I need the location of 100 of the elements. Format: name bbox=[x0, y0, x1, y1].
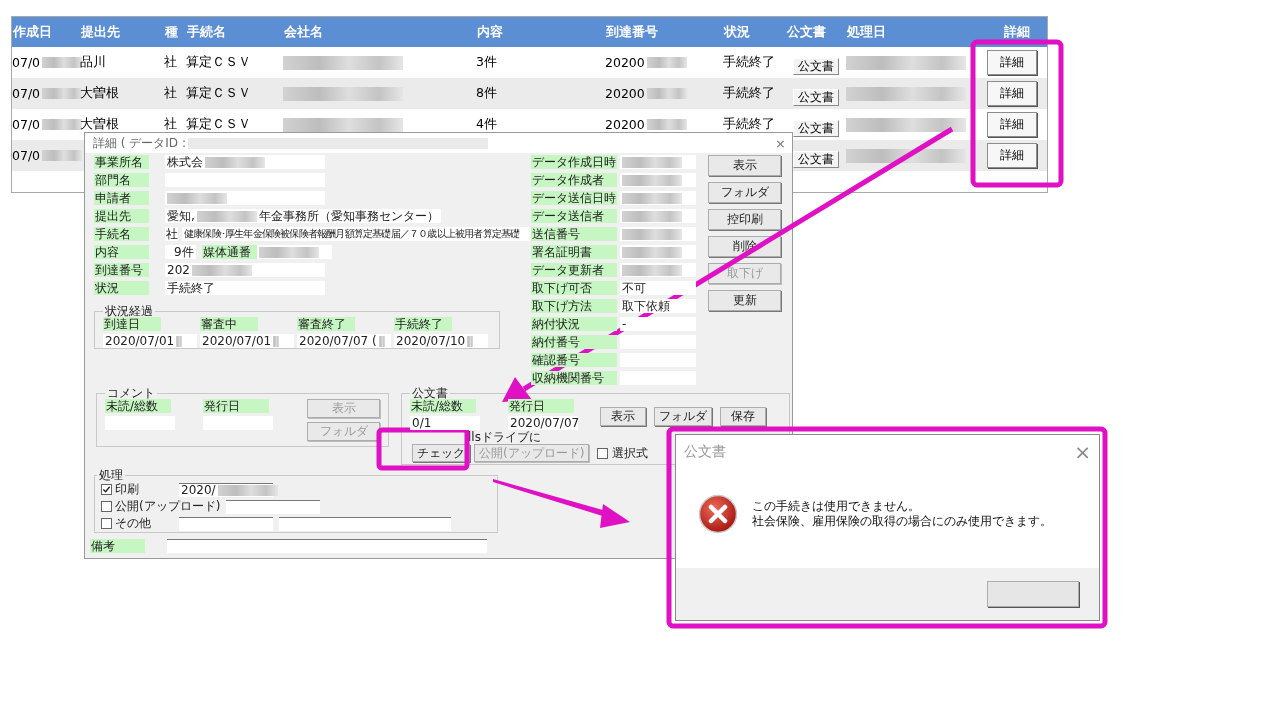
text-field[interactable] bbox=[167, 539, 487, 553]
text-field[interactable] bbox=[620, 209, 696, 223]
table-cell: 品川 bbox=[80, 54, 106, 71]
close-button[interactable]: × bbox=[1074, 440, 1091, 464]
document-button[interactable]: 公文書 bbox=[793, 151, 839, 168]
table-cell: 手続終了 bbox=[723, 54, 775, 71]
document-button[interactable]: 公文書 bbox=[793, 120, 839, 137]
text-field[interactable] bbox=[256, 245, 332, 259]
dialog-button[interactable]: チェック bbox=[412, 444, 470, 462]
field-label: 事業所名 bbox=[94, 155, 149, 169]
field-label: データ作成日時 bbox=[531, 155, 617, 169]
text-field[interactable] bbox=[620, 173, 696, 187]
field-label: データ送信日時 bbox=[531, 191, 617, 205]
text-field[interactable]: 愛知, 年金事務所（愛知事務センター） bbox=[165, 209, 441, 223]
field-label: 取下げ可否 bbox=[531, 281, 617, 295]
checkbox-label: 印刷 bbox=[115, 481, 139, 498]
field-label: 未読/総数 bbox=[105, 399, 171, 413]
text-field[interactable] bbox=[620, 227, 696, 241]
group-title: 状況経過 bbox=[104, 305, 154, 317]
table-cell: 算定ＣＳＶ bbox=[186, 54, 251, 71]
text-field[interactable] bbox=[620, 263, 696, 277]
text-field[interactable]: 9件 bbox=[165, 245, 196, 259]
text-field[interactable]: 2020/07/01 bbox=[200, 334, 294, 348]
dialog-button[interactable]: 表示 bbox=[600, 407, 646, 426]
dialog-button[interactable]: 控印刷 bbox=[708, 209, 781, 230]
column-header: 公文書 bbox=[786, 23, 827, 41]
text-field[interactable] bbox=[165, 191, 325, 205]
table-cell: 20200 bbox=[605, 55, 645, 70]
column-header: 会社名 bbox=[283, 23, 324, 41]
field-label: 部門名 bbox=[94, 173, 149, 187]
field-label: データ送信者 bbox=[531, 209, 617, 223]
table-cell: 07/0 bbox=[12, 86, 41, 101]
table-cell: 手続終了 bbox=[723, 116, 775, 133]
detail-button[interactable]: 詳細 bbox=[987, 143, 1037, 168]
close-button[interactable]: × bbox=[775, 135, 786, 151]
text-field[interactable]: 健康保険･厚生年金保険被保険者報酬月額算定基礎届／７０歳以上被用者算定基礎 bbox=[182, 227, 532, 241]
field-label: 発行日 bbox=[203, 399, 269, 413]
table-cell: 20200 bbox=[605, 86, 645, 101]
document-button[interactable]: 公文書 bbox=[793, 58, 839, 75]
table-cell: 社 bbox=[164, 54, 177, 71]
message-text: この手続きは使用できません。 bbox=[752, 498, 921, 514]
text-field[interactable]: 202 bbox=[165, 263, 325, 277]
text-field[interactable]: 0/1 bbox=[410, 416, 480, 430]
detail-button[interactable]: 詳細 bbox=[987, 50, 1037, 75]
column-header: 種 bbox=[164, 23, 179, 41]
text-field[interactable] bbox=[620, 155, 696, 169]
text-field[interactable] bbox=[279, 516, 451, 531]
error-icon bbox=[698, 493, 738, 534]
dialog-button[interactable]: フォルダ bbox=[654, 407, 712, 426]
document-button[interactable]: 公文書 bbox=[793, 89, 839, 106]
text-field[interactable]: 不可 bbox=[620, 281, 696, 295]
dialog-button[interactable]: フォルダ bbox=[708, 182, 781, 203]
note-text: llsドライブに bbox=[468, 431, 542, 443]
text-field[interactable] bbox=[620, 191, 696, 205]
text-field[interactable] bbox=[226, 499, 321, 514]
column-header: 処理日 bbox=[846, 23, 887, 41]
table-cell: 大曽根 bbox=[80, 85, 119, 102]
field-label: データ更新者 bbox=[531, 263, 617, 277]
text-field[interactable]: 社 bbox=[165, 227, 178, 241]
text-field[interactable]: 株式会 bbox=[165, 155, 325, 169]
checkbox-label: その他 bbox=[115, 515, 151, 532]
checkbox[interactable] bbox=[101, 484, 112, 495]
text-field[interactable]: 2020/07/10 bbox=[394, 334, 488, 348]
window-title: 公文書 bbox=[684, 443, 726, 461]
column-header: 手続名 bbox=[186, 23, 227, 41]
text-field[interactable] bbox=[620, 245, 696, 259]
table-cell: 手続終了 bbox=[723, 85, 775, 102]
text-field[interactable]: 2020/07/01 bbox=[103, 334, 197, 348]
field-label: 手続名 bbox=[94, 227, 149, 241]
checkbox[interactable] bbox=[101, 518, 112, 529]
field-label: 審査終了 bbox=[297, 317, 355, 331]
detail-button[interactable]: 詳細 bbox=[987, 81, 1037, 106]
checkbox[interactable] bbox=[597, 447, 609, 459]
group-title: 公文書 bbox=[411, 387, 449, 399]
field-label: 納付番号 bbox=[531, 335, 617, 349]
dialog-button[interactable]: 更新 bbox=[708, 290, 781, 311]
text-field[interactable] bbox=[179, 516, 273, 531]
field-label: 到達日 bbox=[103, 317, 161, 331]
table-cell: 3件 bbox=[476, 54, 497, 71]
text-field[interactable]: 2020/07/07 bbox=[508, 416, 578, 430]
column-header: 詳細 bbox=[1003, 23, 1031, 41]
text-field[interactable] bbox=[620, 335, 696, 349]
field-label: 送信番号 bbox=[531, 227, 617, 241]
text-field[interactable]: - bbox=[620, 317, 696, 331]
text-field[interactable]: 取下依頼 bbox=[620, 299, 696, 313]
text-field[interactable]: 2020/07/07 ( bbox=[297, 334, 391, 348]
text-field[interactable]: 手続終了 bbox=[165, 281, 325, 295]
dialog-button[interactable]: 表示 bbox=[708, 155, 781, 176]
field-label: 発行日 bbox=[508, 399, 574, 413]
field-label: 状況 bbox=[94, 281, 149, 295]
dialog-button[interactable]: 保存 bbox=[720, 407, 766, 426]
blurred-text bbox=[258, 246, 319, 258]
column-header: 内容 bbox=[476, 23, 504, 41]
field-label: 未読/総数 bbox=[410, 399, 476, 413]
detail-button[interactable]: 詳細 bbox=[987, 112, 1037, 137]
field-label: 審査中 bbox=[200, 317, 258, 331]
field-text: 年金事務所（愛知事務センター） bbox=[258, 209, 439, 223]
checkbox[interactable] bbox=[101, 501, 112, 512]
dialog-button[interactable] bbox=[987, 581, 1079, 607]
field-label: 納付状況 bbox=[531, 317, 617, 331]
